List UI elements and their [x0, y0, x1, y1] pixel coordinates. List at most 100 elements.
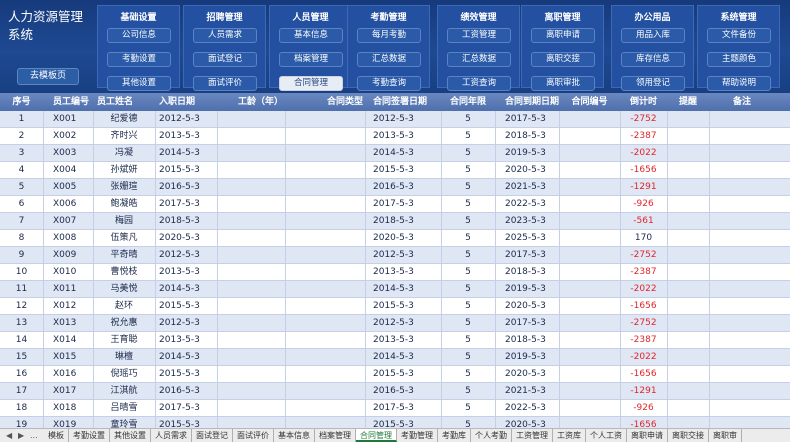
table-cell[interactable]: 2014-5-3 — [365, 145, 441, 161]
table-cell[interactable] — [667, 145, 709, 161]
table-cell[interactable] — [709, 213, 790, 229]
table-cell[interactable]: -926 — [620, 400, 667, 416]
table-cell[interactable] — [559, 383, 620, 399]
table-cell[interactable]: 2014-5-3 — [155, 349, 217, 365]
table-cell[interactable]: 2014-5-3 — [365, 281, 441, 297]
table-cell[interactable]: 2019-5-3 — [495, 145, 559, 161]
table-cell[interactable]: 5 — [441, 111, 495, 127]
table-cell[interactable]: 2015-5-3 — [155, 366, 217, 382]
sheet-tab[interactable]: 档案管理 — [315, 429, 356, 442]
table-cell[interactable] — [709, 111, 790, 127]
table-cell[interactable] — [709, 281, 790, 297]
table-cell[interactable] — [217, 366, 285, 382]
table-cell[interactable]: 5 — [441, 264, 495, 280]
table-cell[interactable]: -561 — [620, 213, 667, 229]
table-cell[interactable] — [285, 366, 365, 382]
table-cell[interactable]: -1656 — [620, 417, 667, 428]
table-cell[interactable] — [667, 332, 709, 348]
module-button[interactable]: 人员需求 — [193, 28, 257, 43]
table-cell[interactable] — [559, 179, 620, 195]
table-cell[interactable]: -1291 — [620, 383, 667, 399]
table-cell[interactable]: 2020-5-3 — [495, 298, 559, 314]
table-cell[interactable] — [217, 281, 285, 297]
table-cell[interactable] — [667, 196, 709, 212]
table-cell[interactable] — [559, 298, 620, 314]
sheet-tab[interactable]: 面试评价 — [233, 429, 274, 442]
table-cell[interactable]: -1656 — [620, 298, 667, 314]
table-cell[interactable]: 2022-5-3 — [495, 400, 559, 416]
table-cell[interactable]: 2012-5-3 — [155, 247, 217, 263]
table-cell[interactable]: 平奇晴 — [93, 247, 155, 263]
module-button[interactable]: 文件备份 — [707, 28, 771, 43]
table-cell[interactable]: 江淇航 — [93, 383, 155, 399]
table-cell[interactable] — [285, 179, 365, 195]
sheet-tab[interactable]: 个人考勤 — [471, 429, 512, 442]
table-cell[interactable]: 2025-5-3 — [495, 230, 559, 246]
sheet-tab[interactable]: 人员需求 — [151, 429, 192, 442]
table-cell[interactable]: 5 — [441, 230, 495, 246]
table-cell[interactable]: 11 — [0, 281, 43, 297]
table-cell[interactable]: 2017-5-3 — [495, 247, 559, 263]
table-cell[interactable]: 2015-5-3 — [365, 298, 441, 314]
table-cell[interactable]: 2013-5-3 — [365, 128, 441, 144]
table-cell[interactable] — [709, 196, 790, 212]
table-cell[interactable] — [217, 383, 285, 399]
table-cell[interactable] — [285, 145, 365, 161]
table-cell[interactable] — [285, 264, 365, 280]
sheet-tab[interactable]: 其他设置 — [110, 429, 151, 442]
sheet-tab[interactable]: 考勤管理 — [397, 429, 438, 442]
table-cell[interactable]: 2021-5-3 — [495, 179, 559, 195]
table-cell[interactable] — [667, 315, 709, 331]
table-cell[interactable]: 2012-5-3 — [155, 315, 217, 331]
table-cell[interactable] — [559, 230, 620, 246]
table-cell[interactable] — [709, 230, 790, 246]
table-cell[interactable]: 2020-5-3 — [365, 230, 441, 246]
table-cell[interactable]: 19 — [0, 417, 43, 428]
table-cell[interactable] — [709, 417, 790, 428]
module-button[interactable]: 考勤查询 — [357, 76, 421, 91]
table-cell[interactable]: -1656 — [620, 162, 667, 178]
table-cell[interactable] — [559, 196, 620, 212]
table-cell[interactable]: 2013-5-3 — [155, 332, 217, 348]
table-cell[interactable]: X004 — [43, 162, 93, 178]
module-button[interactable]: 领用登记 — [621, 76, 685, 91]
table-cell[interactable] — [667, 400, 709, 416]
table-cell[interactable]: -2752 — [620, 315, 667, 331]
module-button[interactable]: 库存信息 — [621, 52, 685, 67]
table-cell[interactable]: 曹悦枝 — [93, 264, 155, 280]
table-cell[interactable]: 5 — [441, 196, 495, 212]
table-cell[interactable] — [667, 128, 709, 144]
table-cell[interactable]: -2387 — [620, 332, 667, 348]
table-cell[interactable] — [667, 281, 709, 297]
table-cell[interactable]: 2015-5-3 — [365, 417, 441, 428]
table-cell[interactable]: 1 — [0, 111, 43, 127]
table-cell[interactable]: 5 — [441, 298, 495, 314]
table-cell[interactable]: 5 — [441, 332, 495, 348]
table-cell[interactable] — [285, 162, 365, 178]
table-cell[interactable]: X014 — [43, 332, 93, 348]
table-cell[interactable]: X010 — [43, 264, 93, 280]
module-button[interactable]: 工资管理 — [447, 28, 511, 43]
table-cell[interactable]: -2752 — [620, 247, 667, 263]
table-cell[interactable]: 赵环 — [93, 298, 155, 314]
scroll-left-icon[interactable]: ◀ — [6, 429, 12, 442]
table-cell[interactable]: X012 — [43, 298, 93, 314]
table-cell[interactable]: 5 — [441, 400, 495, 416]
table-cell[interactable]: 7 — [0, 213, 43, 229]
table-cell[interactable]: 4 — [0, 162, 43, 178]
table-cell[interactable]: 2012-5-3 — [365, 247, 441, 263]
table-cell[interactable] — [217, 162, 285, 178]
table-cell[interactable] — [667, 111, 709, 127]
table-cell[interactable] — [559, 162, 620, 178]
table-cell[interactable]: X003 — [43, 145, 93, 161]
table-cell[interactable] — [559, 213, 620, 229]
table-cell[interactable] — [285, 298, 365, 314]
table-cell[interactable]: 2017-5-3 — [155, 400, 217, 416]
more-tabs-icon[interactable]: ... — [30, 429, 38, 442]
table-cell[interactable] — [559, 264, 620, 280]
table-cell[interactable] — [709, 349, 790, 365]
table-cell[interactable]: X006 — [43, 196, 93, 212]
sheet-tab[interactable]: 工资管理 — [512, 429, 553, 442]
table-cell[interactable]: 2013-5-3 — [155, 264, 217, 280]
table-cell[interactable] — [559, 247, 620, 263]
